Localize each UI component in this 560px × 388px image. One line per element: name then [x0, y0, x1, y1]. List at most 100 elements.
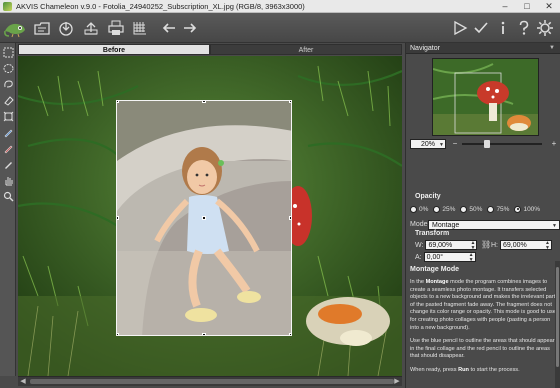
- grid-icon[interactable]: [131, 19, 149, 37]
- radio-dot[interactable]: [460, 205, 468, 213]
- back-arrow-icon[interactable]: [160, 19, 178, 37]
- transform-handle[interactable]: [117, 101, 119, 103]
- opacity-option-75[interactable]: 75%: [487, 205, 510, 213]
- opacity-option-label: 0%: [419, 205, 429, 213]
- height-field[interactable]: 69,00% ▲ ▼: [500, 240, 552, 251]
- view-tabs: Before After: [18, 44, 402, 55]
- angle-value: 0,00°: [426, 254, 444, 261]
- navigator-title: Navigator: [410, 45, 440, 52]
- spinner-icon[interactable]: ▲ ▼: [545, 241, 550, 251]
- link-row: ⛓: [481, 240, 491, 249]
- opacity-option-label: 75%: [496, 205, 510, 213]
- maximize-button[interactable]: □: [516, 0, 538, 13]
- help-text-run: In the: [410, 279, 426, 285]
- help-scroll-thumb[interactable]: [556, 267, 559, 367]
- tab-after[interactable]: After: [210, 44, 402, 55]
- minimize-button[interactable]: –: [494, 0, 516, 13]
- tab-before[interactable]: Before: [18, 44, 210, 55]
- scroll-thumb[interactable]: [30, 379, 394, 384]
- radio-dot[interactable]: [487, 205, 495, 213]
- zoom-slider[interactable]: [462, 140, 542, 148]
- transform-handle[interactable]: [117, 216, 119, 220]
- zoom-slider-knob[interactable]: [484, 140, 491, 148]
- red-pencil-icon[interactable]: [2, 142, 14, 154]
- pencil-eraser-icon[interactable]: [2, 158, 14, 170]
- image-canvas[interactable]: [18, 56, 402, 376]
- help-text: In the Montage mode the program combines…: [410, 279, 560, 381]
- zoom-in-button[interactable]: +: [550, 140, 558, 148]
- print-icon[interactable]: [107, 19, 125, 37]
- spinner-icon[interactable]: ▲ ▼: [470, 241, 475, 251]
- blue-pencil-icon[interactable]: [2, 126, 14, 138]
- opacity-options: 0% 25% 50% 75% 100%: [410, 204, 560, 214]
- info-icon[interactable]: [494, 19, 512, 37]
- opacity-title: Opacity: [415, 193, 441, 200]
- main-toolbar: [0, 13, 560, 43]
- ellipse-select-icon[interactable]: [2, 62, 14, 74]
- zoom-icon[interactable]: [2, 190, 14, 202]
- open-icon[interactable]: [33, 19, 51, 37]
- chevron-down-icon: ▼: [439, 142, 444, 148]
- opacity-option-100[interactable]: 100%: [514, 205, 541, 213]
- transform-handle[interactable]: [289, 216, 291, 220]
- radio-dot-selected[interactable]: [514, 205, 522, 213]
- mode-select[interactable]: Montage ▼: [428, 219, 560, 230]
- radio-dot[interactable]: [433, 205, 441, 213]
- window-title: AKVIS Chameleon v.9.0 - Fotolia_24940252…: [16, 1, 305, 11]
- eraser-icon[interactable]: [2, 94, 14, 106]
- close-button[interactable]: ✕: [538, 0, 560, 13]
- scroll-left-icon[interactable]: ◀: [19, 378, 27, 386]
- help-text-run: to start the process.: [468, 366, 520, 373]
- angle-row: A: 0,00° ▲ ▼: [415, 252, 476, 263]
- opacity-option-0[interactable]: 0%: [410, 205, 429, 213]
- save-icon[interactable]: [57, 19, 75, 37]
- zoom-value: 20%: [420, 141, 435, 148]
- window-controls: – □ ✕: [494, 0, 560, 13]
- transform-icon[interactable]: [2, 110, 14, 122]
- transform-center-handle[interactable]: [202, 216, 206, 220]
- radio-dot[interactable]: [410, 205, 417, 213]
- forward-arrow-icon[interactable]: [181, 19, 199, 37]
- angle-label: A:: [415, 253, 422, 261]
- mode-row: Mode Montage ▼: [410, 219, 560, 230]
- spinner-icon[interactable]: ▲ ▼: [469, 253, 474, 263]
- scroll-right-icon[interactable]: ▶: [393, 378, 401, 386]
- transform-handle[interactable]: [202, 333, 206, 335]
- chevron-down-icon: ▼: [552, 222, 557, 229]
- app-icon: [3, 1, 12, 11]
- angle-field[interactable]: 0,00° ▲ ▼: [423, 252, 476, 263]
- transform-title: Transform: [415, 230, 450, 237]
- settings-icon[interactable]: [536, 19, 554, 37]
- link-icon[interactable]: ⛓: [481, 240, 491, 249]
- zoom-select[interactable]: 20% ▼: [410, 139, 446, 149]
- transform-handle[interactable]: [289, 333, 291, 335]
- help-icon[interactable]: [515, 19, 533, 37]
- navigator-preview[interactable]: [432, 58, 539, 136]
- run-icon[interactable]: [451, 19, 469, 37]
- width-field[interactable]: 69,00% ▲ ▼: [425, 240, 478, 251]
- navigator-header: Navigator ▼: [406, 43, 560, 54]
- help-text-run: When ready, press: [410, 366, 459, 373]
- transform-handle[interactable]: [202, 101, 206, 103]
- zoom-out-button[interactable]: −: [451, 140, 459, 148]
- upload-icon[interactable]: [82, 19, 100, 37]
- rect-select-icon[interactable]: [2, 46, 14, 58]
- help-scrollbar[interactable]: [555, 261, 560, 388]
- transform-handle[interactable]: [289, 101, 291, 103]
- opacity-option-50[interactable]: 50%: [460, 205, 482, 213]
- mode-value: Montage: [432, 221, 460, 229]
- transform-handle[interactable]: [117, 333, 119, 335]
- help-paragraph: When ready, press Run to start the proce…: [410, 367, 560, 375]
- pasted-fragment[interactable]: [116, 100, 292, 336]
- title-bar: AKVIS Chameleon v.9.0 - Fotolia_24940252…: [0, 0, 560, 13]
- lasso-icon[interactable]: [2, 78, 14, 90]
- opacity-option-label: 100%: [523, 205, 541, 213]
- collapse-icon[interactable]: ▼: [549, 43, 555, 54]
- help-emphasis: Run: [458, 366, 469, 373]
- apply-icon[interactable]: [472, 19, 490, 37]
- height-row: H: 69,00% ▲ ▼: [491, 240, 552, 251]
- opacity-option-25[interactable]: 25%: [433, 205, 455, 213]
- horizontal-scrollbar[interactable]: ◀ ▶: [18, 376, 402, 386]
- hand-icon[interactable]: [2, 174, 14, 186]
- chameleon-logo-icon: [3, 17, 28, 39]
